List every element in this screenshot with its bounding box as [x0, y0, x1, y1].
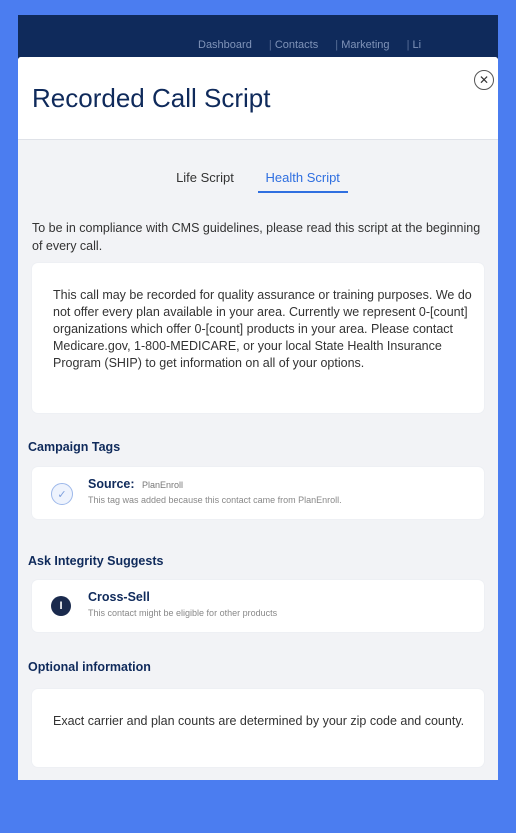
- script-tabs: Life Script Health Script: [18, 170, 498, 193]
- modal-title: Recorded Call Script: [32, 83, 271, 113]
- nav-item-marketing[interactable]: Marketing: [341, 39, 389, 51]
- suggestion-description: This contact might be eligible for other…: [88, 608, 278, 618]
- call-script-modal: Recorded Call Script Life Script Health …: [18, 57, 498, 780]
- close-circle-icon[interactable]: ✕: [474, 70, 494, 90]
- suggestion-card: I Cross-Sell This contact might be eligi…: [32, 580, 484, 632]
- nav-item-dashboard[interactable]: Dashboard: [198, 39, 252, 51]
- nav-separator: |: [406, 39, 410, 51]
- compliance-intro: To be in compliance with CMS guidelines,…: [32, 221, 481, 253]
- nav-item-contacts[interactable]: Contacts: [275, 39, 318, 51]
- script-card: This call may be recorded for quality as…: [32, 263, 484, 413]
- campaign-tags-heading: Campaign Tags: [28, 440, 121, 454]
- modal-header: Recorded Call Script: [18, 57, 498, 140]
- ask-integrity-heading: Ask Integrity Suggests: [28, 554, 164, 568]
- tag-label: Source:: [88, 477, 135, 491]
- optional-info-card: Exact carrier and plan counts are determ…: [32, 689, 484, 767]
- suggestion-title: Cross-Sell: [88, 590, 150, 604]
- script-text: This call may be recorded for quality as…: [53, 288, 472, 370]
- integrity-logo-icon: I: [51, 596, 71, 616]
- tag-title: Source: PlanEnroll: [88, 477, 183, 491]
- tag-description: This tag was added because this contact …: [88, 495, 342, 505]
- tab-health-script[interactable]: Health Script: [257, 170, 348, 193]
- optional-info-heading: Optional information: [28, 660, 151, 674]
- nav-item-li[interactable]: Li: [413, 39, 422, 51]
- nav-items: Dashboard | Contacts | Marketing | Li: [198, 39, 421, 51]
- nav-separator: |: [335, 39, 339, 51]
- optional-info-text: Exact carrier and plan counts are determ…: [53, 714, 465, 728]
- campaign-tag-card: ✓ Source: PlanEnroll This tag was added …: [32, 467, 484, 519]
- tag-value: PlanEnroll: [142, 480, 184, 490]
- checkmark-badge-icon: ✓: [51, 483, 73, 505]
- nav-separator: |: [268, 39, 272, 51]
- tab-life-script[interactable]: Life Script: [168, 170, 242, 191]
